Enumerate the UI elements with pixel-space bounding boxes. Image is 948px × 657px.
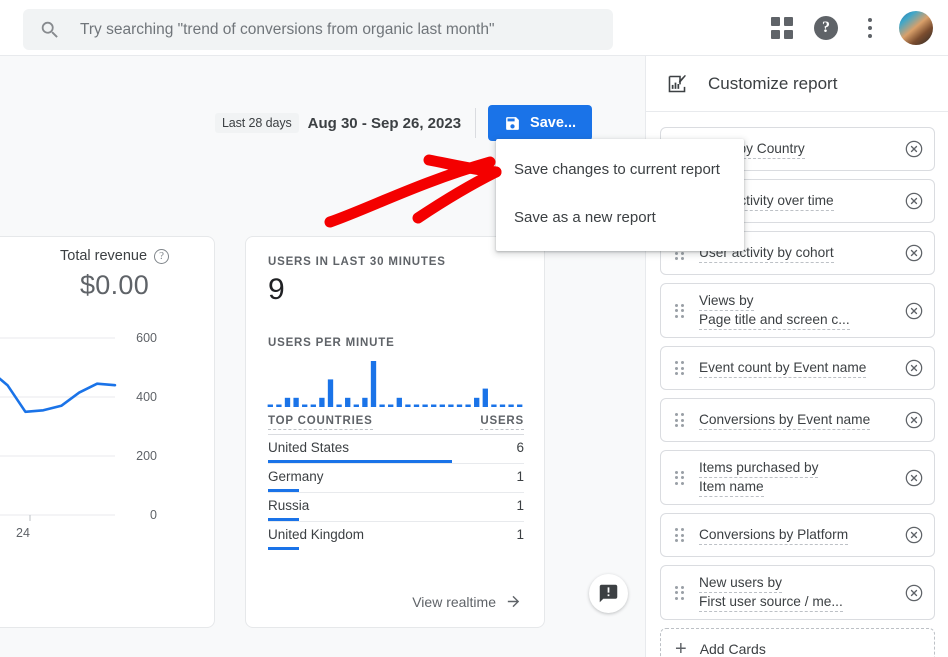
save-button[interactable]: Save... xyxy=(488,105,592,141)
users-per-minute-bar-chart xyxy=(266,355,524,411)
menu-item-save-as-new[interactable]: Save as a new report xyxy=(496,193,744,241)
column-header-users: USERS xyxy=(480,415,524,430)
panel-card-label: Views byPage title and screen c... xyxy=(699,292,904,330)
search-input[interactable] xyxy=(80,21,613,39)
search-icon xyxy=(39,19,61,41)
realtime-card: USERS IN LAST 30 MINUTES 9 USERS PER MIN… xyxy=(245,236,545,628)
panel-card-label: Items purchased byItem name xyxy=(699,459,904,497)
users-last-30-min-label: USERS IN LAST 30 MINUTES xyxy=(268,256,446,268)
panel-card[interactable]: Conversions by Platform xyxy=(660,513,935,557)
drag-handle-icon[interactable] xyxy=(675,586,686,600)
panel-card[interactable]: Event count by Event name xyxy=(660,346,935,390)
table-row: United States 6 xyxy=(268,434,524,463)
svg-text:600: 600 xyxy=(136,331,157,345)
table-row: Russia 1 xyxy=(268,492,524,521)
country-users: 6 xyxy=(516,440,524,455)
add-cards-label: Add Cards xyxy=(700,641,766,657)
top-bar-icons: ? xyxy=(760,0,936,56)
country-bar xyxy=(268,547,299,550)
top-bar: ? xyxy=(0,0,948,56)
panel-card-label: Conversions by Platform xyxy=(699,526,904,545)
total-revenue-label: Total revenue xyxy=(60,248,147,264)
app-root: ? Last 28 days Aug 30 - Sep 26, 2023 Sav… xyxy=(0,0,948,657)
country-users: 1 xyxy=(516,498,524,513)
table-row: Germany 1 xyxy=(268,463,524,492)
top-countries-table: TOP COUNTRIES USERS United States 6 German… xyxy=(268,415,524,550)
view-realtime-label: View realtime xyxy=(412,594,496,610)
column-header-top-countries: TOP COUNTRIES xyxy=(268,415,373,430)
svg-text:200: 200 xyxy=(136,449,157,463)
drag-handle-icon[interactable] xyxy=(675,304,686,318)
help-icon[interactable]: ? xyxy=(804,6,848,50)
date-preset-chip[interactable]: Last 28 days xyxy=(215,113,299,133)
remove-card-icon[interactable] xyxy=(904,525,924,545)
drag-handle-icon[interactable] xyxy=(675,471,686,485)
menu-item-save-changes[interactable]: Save changes to current report xyxy=(496,145,744,193)
remove-card-icon[interactable] xyxy=(904,583,924,603)
total-revenue-value: $0.00 xyxy=(60,270,169,301)
panel-card[interactable]: Views byPage title and screen c... xyxy=(660,283,935,338)
save-button-label: Save... xyxy=(530,115,576,131)
svg-text:24: 24 xyxy=(16,526,30,540)
panel-title: Customize report xyxy=(708,74,837,94)
save-disk-icon xyxy=(504,115,521,132)
remove-card-icon[interactable] xyxy=(904,358,924,378)
total-revenue-group: Total revenue ? $0.00 xyxy=(60,248,169,301)
remove-card-icon[interactable] xyxy=(904,243,924,263)
date-range-label[interactable]: Aug 30 - Sep 26, 2023 xyxy=(308,115,461,132)
table-row: United Kingdom 1 xyxy=(268,521,524,550)
remove-card-icon[interactable] xyxy=(904,139,924,159)
country-users: 1 xyxy=(516,527,524,542)
remove-card-icon[interactable] xyxy=(904,468,924,488)
save-dropdown-menu: Save changes to current report Save as a… xyxy=(496,139,744,251)
search-box[interactable] xyxy=(23,9,613,50)
panel-card[interactable]: Conversions by Event name xyxy=(660,398,935,442)
country-name: Russia xyxy=(268,498,309,513)
add-cards-button[interactable]: + Add Cards xyxy=(660,628,935,657)
feedback-button[interactable] xyxy=(589,574,628,613)
panel-card-label: New users byFirst user source / me... xyxy=(699,574,904,612)
svg-text:400: 400 xyxy=(136,390,157,404)
panel-card-label: Conversions by Event name xyxy=(699,411,904,430)
apps-grid-icon[interactable] xyxy=(760,6,804,50)
more-options-icon[interactable] xyxy=(848,6,892,50)
table-header-row: TOP COUNTRIES USERS xyxy=(268,415,524,434)
view-realtime-link[interactable]: View realtime xyxy=(412,593,522,610)
country-users: 1 xyxy=(516,469,524,484)
users-per-minute-label: USERS PER MINUTE xyxy=(268,337,395,349)
panel-card[interactable]: Items purchased byItem name xyxy=(660,450,935,505)
drag-handle-icon[interactable] xyxy=(675,528,686,542)
country-name: United States xyxy=(268,440,349,455)
help-icon[interactable]: ? xyxy=(154,249,169,264)
users-last-30-min-value: 9 xyxy=(268,273,285,307)
plus-icon: + xyxy=(675,640,687,657)
remove-card-icon[interactable] xyxy=(904,191,924,211)
feedback-icon xyxy=(598,583,619,604)
svg-text:0: 0 xyxy=(150,508,157,522)
divider xyxy=(475,108,476,138)
remove-card-icon[interactable] xyxy=(904,410,924,430)
customize-report-icon xyxy=(666,73,688,95)
country-name: United Kingdom xyxy=(268,527,364,542)
arrow-right-icon xyxy=(505,593,522,610)
country-name: Germany xyxy=(268,469,324,484)
date-and-save-row: Last 28 days Aug 30 - Sep 26, 2023 Save.… xyxy=(0,103,645,143)
drag-handle-icon[interactable] xyxy=(675,413,686,427)
users-line-chart: 0 200 400 600 24 xyxy=(0,320,215,560)
remove-card-icon[interactable] xyxy=(904,301,924,321)
panel-header: Customize report xyxy=(646,56,948,112)
panel-card[interactable]: New users byFirst user source / me... xyxy=(660,565,935,620)
panel-card-label: Event count by Event name xyxy=(699,359,904,378)
avatar[interactable] xyxy=(892,6,936,50)
drag-handle-icon[interactable] xyxy=(675,361,686,375)
